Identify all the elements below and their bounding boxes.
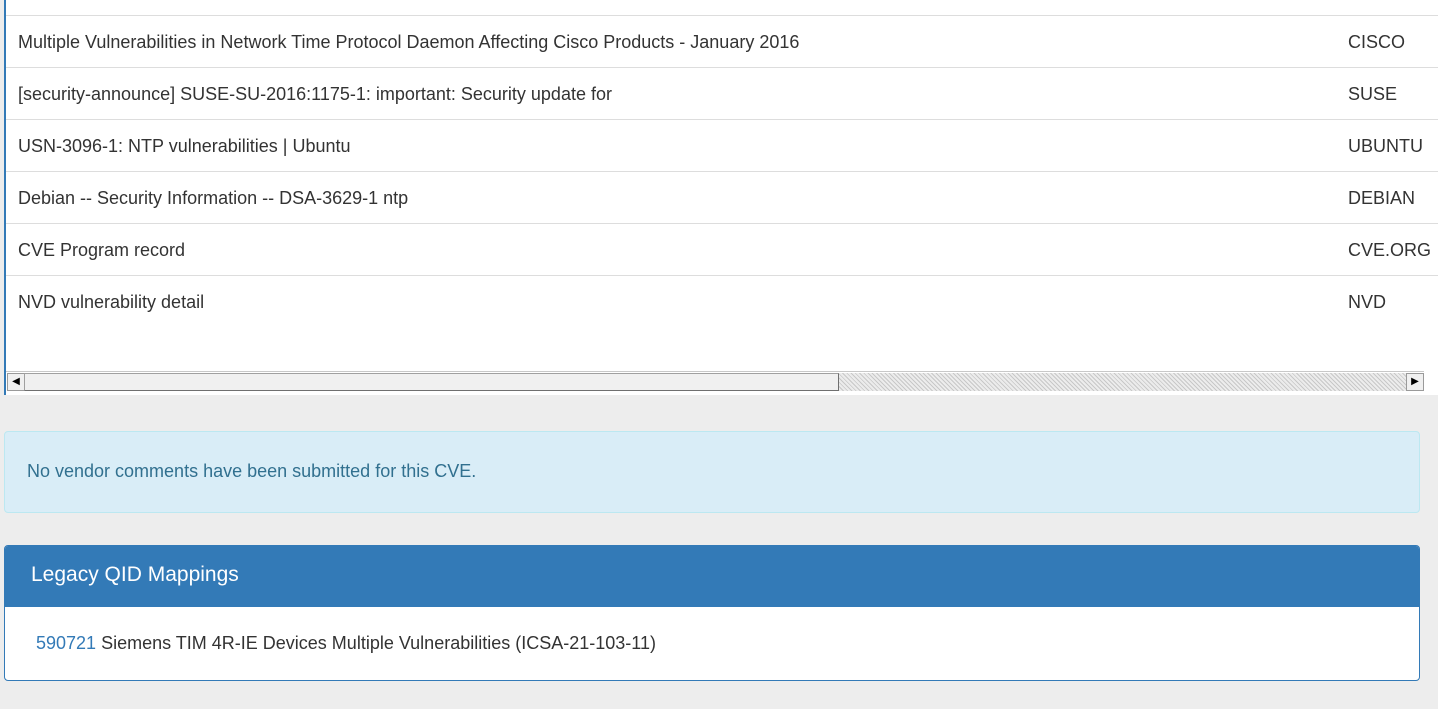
list-item: 590721 Siemens TIM 4R-IE Devices Multipl…	[5, 607, 1419, 680]
reference-title[interactable]: [security-announce] SUSE-SU-2016:1175-1:…	[18, 68, 612, 120]
reference-title[interactable]: USN-3096-1: NTP vulnerabilities | Ubuntu	[18, 120, 351, 172]
table-row: USN-3096-1: NTP vulnerabilities | Ubuntu…	[6, 119, 1438, 171]
reference-title[interactable]: NVD vulnerability detail	[18, 276, 204, 328]
reference-title[interactable]: Debian -- Security Information -- DSA-36…	[18, 172, 408, 224]
legacy-qid-panel: Legacy QID Mappings 590721 Siemens TIM 4…	[4, 545, 1420, 681]
references-panel: Multiple Vulnerabilities in Network Time…	[4, 0, 1438, 395]
reference-source: CISCO	[1348, 32, 1406, 52]
reference-title[interactable]: CVE Program record	[18, 224, 185, 276]
legacy-qid-heading: Legacy QID Mappings	[5, 546, 1419, 607]
qid-link[interactable]: 590721	[36, 633, 96, 653]
reference-source: DEBIAN	[1348, 188, 1416, 208]
scroll-left-icon[interactable]: ◀	[7, 373, 25, 391]
horizontal-scrollbar[interactable]: ◀ ▶	[6, 371, 1424, 391]
vendor-comments-message: No vendor comments have been submitted f…	[27, 461, 477, 481]
reference-title[interactable]: Multiple Vulnerabilities in Network Time…	[18, 16, 799, 68]
table-row: Multiple Vulnerabilities in Network Time…	[6, 15, 1438, 67]
table-row: CVE Program record CVE.ORG	[6, 223, 1438, 275]
table-row: [security-announce] SUSE-SU-2016:1175-1:…	[6, 67, 1438, 119]
reference-source: SUSE	[1348, 84, 1398, 104]
qid-description: Siemens TIM 4R-IE Devices Multiple Vulne…	[96, 633, 656, 653]
references-table-viewport: Multiple Vulnerabilities in Network Time…	[6, 0, 1438, 371]
table-row: Debian -- Security Information -- DSA-36…	[6, 171, 1438, 223]
reference-source: UBUNTU	[1348, 136, 1423, 156]
vendor-comments-alert: No vendor comments have been submitted f…	[4, 431, 1420, 513]
scrollbar-thumb[interactable]	[24, 373, 839, 391]
scroll-right-icon[interactable]: ▶	[1406, 373, 1424, 391]
reference-source: NVD	[1348, 292, 1387, 312]
table-row: NVD vulnerability detail NVD	[6, 275, 1438, 327]
reference-source: CVE.ORG	[1348, 240, 1432, 260]
